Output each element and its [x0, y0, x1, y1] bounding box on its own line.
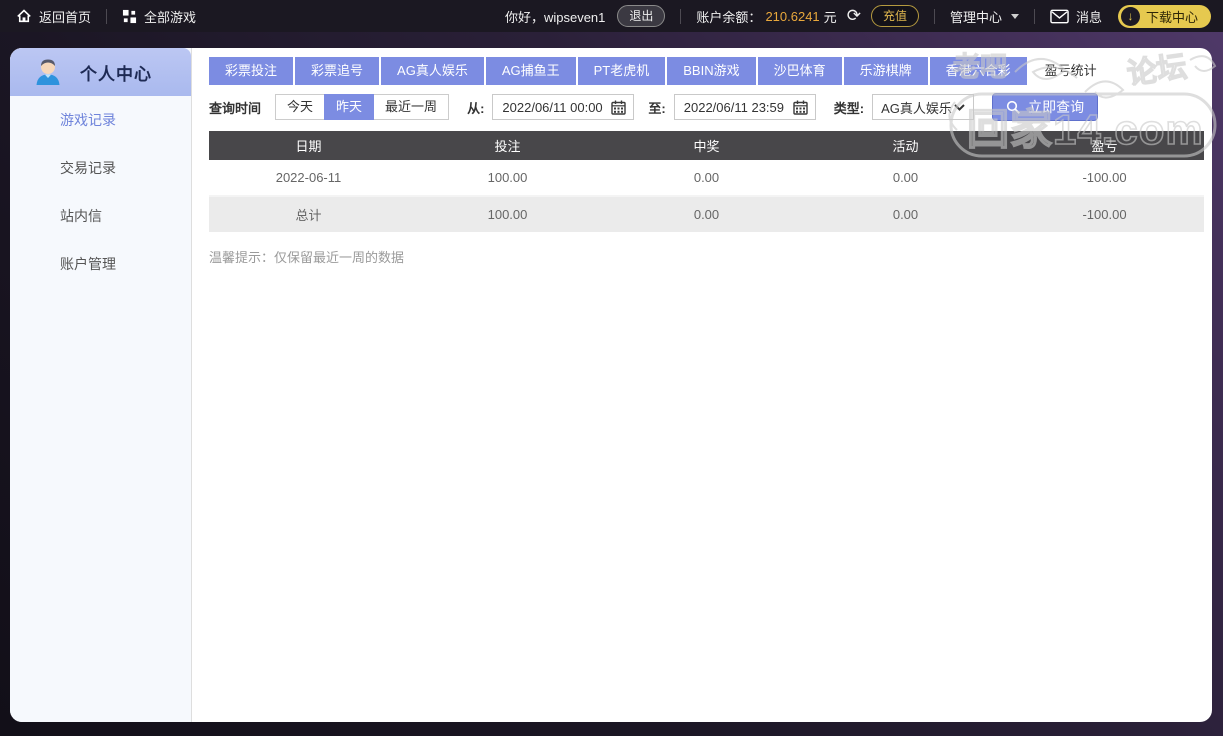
- home-link[interactable]: 返回首页: [16, 7, 91, 26]
- tab-lottery-bet[interactable]: 彩票投注: [209, 57, 293, 85]
- tab-bbin[interactable]: BBIN游戏: [667, 57, 755, 85]
- tab-ag-fishing[interactable]: AG捕鱼王: [486, 57, 576, 85]
- calendar-icon[interactable]: [611, 100, 626, 115]
- filter-bar: 查询时间 今天 昨天 最近一周 从: 至: 类型:: [209, 93, 1204, 121]
- cell-win: 0.00: [607, 160, 806, 196]
- to-date-field: [674, 94, 816, 120]
- admin-center-menu[interactable]: 管理中心: [950, 7, 1019, 26]
- query-button[interactable]: 立即查询: [992, 93, 1098, 121]
- quick-range-yesterday[interactable]: 昨天: [324, 94, 374, 120]
- table-total-row: 总计 100.00 0.00 0.00 -100.00: [209, 196, 1204, 232]
- table-header-row: 日期 投注 中奖 活动 盈亏: [209, 131, 1204, 160]
- sidebar-item-transaction-records[interactable]: 交易记录: [10, 144, 191, 192]
- cell-total-label: 总计: [209, 196, 408, 232]
- cell-total-win: 0.00: [607, 196, 806, 232]
- divider: [680, 9, 681, 24]
- cell-total-bet: 100.00: [408, 196, 607, 232]
- col-header-bet: 投注: [408, 131, 607, 160]
- quick-range-group: 今天 昨天 最近一周: [275, 94, 449, 120]
- col-header-win: 中奖: [607, 131, 806, 160]
- sidebar-item-site-messages[interactable]: 站内信: [10, 192, 191, 240]
- query-time-label: 查询时间: [209, 98, 261, 117]
- home-icon: [16, 8, 32, 24]
- divider: [1034, 9, 1035, 24]
- from-date-field: [492, 94, 634, 120]
- category-tabs: 彩票投注 彩票追号 AG真人娱乐 AG捕鱼王 PT老虎机 BBIN游戏 沙巴体育…: [209, 57, 1204, 85]
- topbar-left: 返回首页 全部游戏: [0, 7, 196, 26]
- type-select[interactable]: AG真人娱乐: [872, 94, 974, 120]
- grid-icon: [122, 9, 137, 24]
- type-label: 类型:: [834, 98, 864, 117]
- tab-leyou-chess[interactable]: 乐游棋牌: [844, 57, 928, 85]
- col-header-activity: 活动: [806, 131, 1005, 160]
- main-content: 彩票投注 彩票追号 AG真人娱乐 AG捕鱼王 PT老虎机 BBIN游戏 沙巴体育…: [193, 48, 1212, 722]
- type-select-value: AG真人娱乐: [881, 98, 952, 117]
- all-games-link[interactable]: 全部游戏: [122, 7, 196, 26]
- download-center-button[interactable]: ↓ 下载中心: [1118, 5, 1211, 28]
- download-center-label: 下载中心: [1146, 7, 1198, 26]
- table-row: 2022-06-11 100.00 0.00 0.00 -100.00: [209, 160, 1204, 196]
- balance-unit: 元: [824, 7, 837, 26]
- greeting-text: 你好，wipseven1: [505, 7, 605, 26]
- tab-lottery-chase[interactable]: 彩票追号: [295, 57, 379, 85]
- sidebar: 个人中心 游戏记录 交易记录 站内信 账户管理: [10, 48, 192, 722]
- cell-bet: 100.00: [408, 160, 607, 196]
- cell-activity: 0.00: [806, 160, 1005, 196]
- chevron-down-icon: [1011, 14, 1019, 19]
- topbar-right: 你好，wipseven1 退出 账户余额： 210.6241 元 ⟳ 充值 管理…: [505, 5, 1223, 28]
- admin-center-label: 管理中心: [950, 7, 1002, 26]
- recharge-button[interactable]: 充值: [871, 5, 919, 27]
- quick-range-today[interactable]: 今天: [275, 94, 325, 120]
- messages-label: 消息: [1076, 7, 1102, 26]
- tab-hk-mark-six[interactable]: 香港六合彩: [930, 57, 1027, 85]
- download-icon: ↓: [1121, 7, 1140, 26]
- tab-saba-sports[interactable]: 沙巴体育: [758, 57, 842, 85]
- balance-label: 账户余额：: [696, 7, 761, 26]
- query-button-label: 立即查询: [1028, 97, 1084, 117]
- messages-link[interactable]: 消息: [1050, 7, 1102, 26]
- tip-text: 温馨提示：仅保留最近一周的数据: [209, 247, 1204, 266]
- tab-ag-live[interactable]: AG真人娱乐: [381, 57, 484, 85]
- sidebar-item-account-management[interactable]: 账户管理: [10, 240, 191, 288]
- records-table: 日期 投注 中奖 活动 盈亏 2022-06-11 100.00 0.00 0.…: [209, 131, 1204, 232]
- logout-button[interactable]: 退出: [617, 5, 665, 27]
- cell-date: 2022-06-11: [209, 160, 408, 196]
- tab-pt-slots[interactable]: PT老虎机: [578, 57, 666, 85]
- divider: [934, 9, 935, 24]
- all-games-label: 全部游戏: [144, 7, 196, 26]
- avatar: [32, 56, 64, 88]
- home-label: 返回首页: [39, 7, 91, 26]
- refresh-icon[interactable]: ⟳: [847, 8, 861, 24]
- cell-total-activity: 0.00: [806, 196, 1005, 232]
- content-panel: 个人中心 游戏记录 交易记录 站内信 账户管理 彩票投注 彩票追号 AG真人娱乐…: [10, 48, 1212, 722]
- tab-profit-stats[interactable]: 盈亏统计: [1029, 57, 1113, 85]
- to-label: 至:: [648, 98, 665, 117]
- calendar-icon[interactable]: [793, 100, 808, 115]
- cell-profit: -100.00: [1005, 160, 1204, 196]
- mail-icon: [1050, 9, 1069, 24]
- sidebar-item-game-records[interactable]: 游戏记录: [10, 96, 191, 144]
- from-date-input[interactable]: [502, 100, 605, 115]
- divider: [106, 9, 107, 24]
- sidebar-header: 个人中心: [10, 48, 191, 96]
- col-header-date: 日期: [209, 131, 408, 160]
- balance-value: 210.6241: [765, 9, 819, 24]
- topbar: 返回首页 全部游戏 你好，wipseven1 退出 账户余额： 210.6241…: [0, 0, 1223, 32]
- select-chevron-icon: [954, 104, 965, 111]
- sidebar-title: 个人中心: [80, 60, 152, 85]
- quick-range-last-week[interactable]: 最近一周: [373, 94, 449, 120]
- to-date-input[interactable]: [684, 100, 787, 115]
- col-header-profit: 盈亏: [1005, 131, 1204, 160]
- from-label: 从:: [467, 98, 484, 117]
- cell-total-profit: -100.00: [1005, 196, 1204, 232]
- search-icon: [1006, 100, 1021, 115]
